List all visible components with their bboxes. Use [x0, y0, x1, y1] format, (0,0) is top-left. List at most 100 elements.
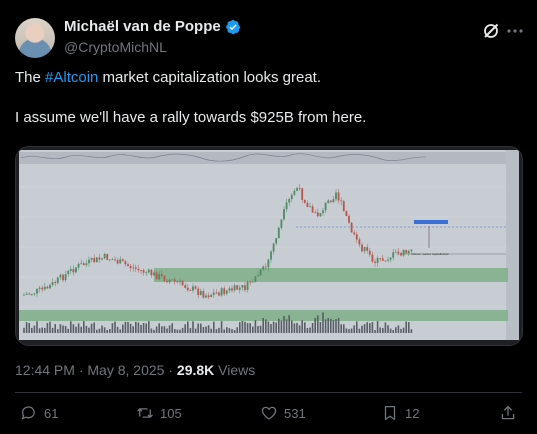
candle-body [142, 270, 145, 273]
candle-body [238, 287, 241, 290]
candle-body [153, 272, 155, 276]
candle-body [225, 290, 228, 294]
candle-body [184, 285, 187, 288]
candle-body [345, 211, 348, 216]
candle-body [350, 222, 353, 233]
candle-body [355, 234, 358, 240]
volume-bar [158, 323, 160, 333]
volume-bar [249, 323, 251, 333]
hashtag-link[interactable]: #Altcoin [45, 69, 98, 86]
heart-icon [261, 406, 277, 420]
candle-body [215, 292, 218, 294]
tweet-time[interactable]: 12:44 PM [15, 362, 75, 378]
candle-body [363, 247, 366, 252]
bookmark-button[interactable]: 12 [381, 404, 419, 422]
candle-body [72, 269, 75, 273]
candle-body [173, 279, 176, 282]
reply-button[interactable]: 61 [20, 404, 58, 422]
share-icon [501, 405, 515, 420]
volume-bar [384, 322, 387, 333]
more-icon[interactable] [505, 21, 525, 41]
volume-bar [90, 323, 93, 333]
volume-bar [280, 320, 283, 333]
volume-bar [392, 330, 394, 333]
volume-bar [59, 324, 62, 333]
like-button[interactable]: 531 [260, 404, 306, 422]
share-button[interactable] [499, 404, 517, 422]
volume-bar [215, 329, 218, 333]
candle-body [129, 266, 132, 269]
candle-body [111, 259, 114, 261]
volume-bar [161, 326, 163, 333]
candle-body [324, 202, 327, 211]
candle-body [335, 192, 337, 200]
candle-body [280, 219, 283, 228]
volume-bar [184, 324, 186, 333]
volume-bar [70, 321, 72, 333]
volume-bar [25, 322, 28, 333]
candle-body [46, 286, 49, 289]
volume-bar [220, 321, 223, 333]
candle-body [400, 253, 402, 256]
volume-bar [382, 328, 384, 333]
candle-body [405, 249, 408, 254]
volume-bar [98, 328, 101, 333]
candle-body [285, 202, 288, 210]
volume-bar [122, 324, 124, 333]
volume-bar [197, 323, 199, 333]
candle-body [51, 282, 54, 285]
candle-body [228, 288, 231, 291]
volume-bar [361, 325, 363, 333]
verified-badge-icon [225, 19, 240, 34]
volume-bar [397, 325, 400, 333]
volume-bar [205, 326, 207, 333]
volume-bar [337, 317, 340, 333]
volume-bar [369, 323, 371, 333]
volume-bar [96, 329, 98, 333]
author-display-name[interactable]: Michaël van de Poppe [64, 18, 221, 35]
author-name-row: Michaël van de Poppe [64, 18, 241, 35]
candle-body [212, 292, 215, 295]
meta-separator: · [164, 362, 177, 378]
candle-body [340, 200, 343, 202]
action-bar: 61 105 531 12 [15, 400, 522, 428]
volume-bar [111, 323, 114, 333]
volume-bar [374, 330, 376, 333]
volume-bar [272, 321, 275, 333]
volume-bar [93, 322, 95, 333]
volume-bar [148, 321, 150, 333]
volume-bar [44, 327, 46, 333]
volume-bar [213, 321, 215, 333]
volume-bar [57, 329, 59, 333]
volume-bar [142, 323, 145, 333]
avatar[interactable] [15, 18, 55, 58]
candle-body [394, 251, 397, 253]
candle-body [288, 199, 291, 203]
reply-icon [21, 406, 35, 420]
volume-bar [218, 327, 220, 333]
volume-bar [176, 329, 179, 333]
volume-bar [408, 322, 410, 333]
tweet-text-before: The [15, 69, 46, 86]
grok-icon[interactable] [481, 21, 501, 41]
author-handle[interactable]: @CryptoMichNL [64, 39, 167, 55]
candle-body [23, 294, 25, 296]
candle-body [249, 281, 252, 283]
volume-bar [72, 324, 75, 333]
volume-bar [293, 323, 296, 333]
volume-bar [278, 318, 280, 333]
chart-image[interactable]: Altcoin market capitalization [15, 146, 523, 346]
candle-body [80, 263, 83, 265]
volume-bar [330, 318, 332, 333]
volume-bar [405, 321, 407, 333]
repost-button[interactable]: 105 [136, 404, 182, 422]
tweet-date[interactable]: May 8, 2025 [87, 362, 164, 378]
candle-body [309, 206, 311, 208]
candle-body [259, 269, 262, 276]
candle-body [33, 293, 36, 295]
volume-bar [311, 323, 314, 333]
candle-body [353, 232, 356, 235]
candle-body [194, 286, 197, 289]
volume-bar [371, 322, 374, 333]
candle-body [116, 260, 119, 264]
